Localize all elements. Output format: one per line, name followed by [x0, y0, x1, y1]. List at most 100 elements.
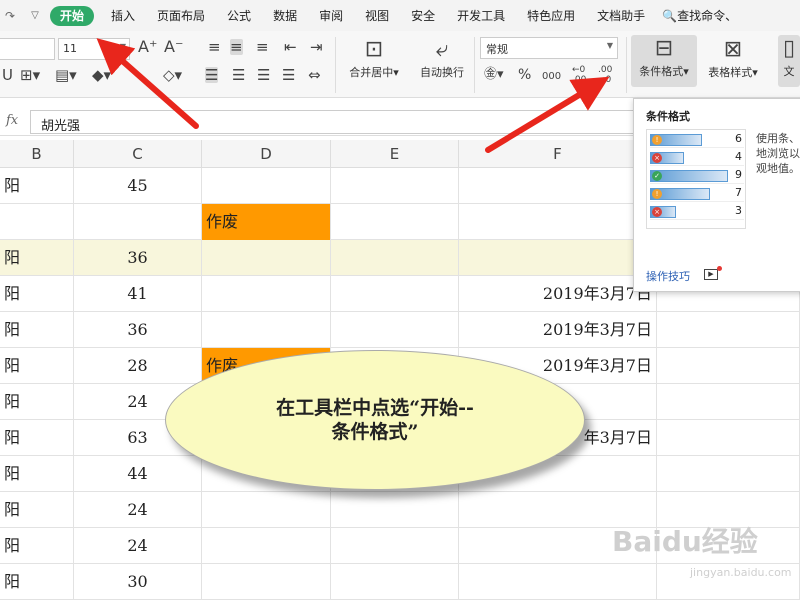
cell-b[interactable]: 阳	[0, 384, 74, 420]
search-command[interactable]: 🔍查找命令、	[662, 7, 737, 24]
table-style-button[interactable]: ⊠ 表格样式▾	[702, 36, 764, 80]
cell-b[interactable]: 阳	[0, 348, 74, 384]
formula-input[interactable]: 胡光强	[30, 110, 640, 134]
underline-icon[interactable]: U	[2, 67, 13, 83]
tab-dev-tools[interactable]: 开发工具	[446, 6, 516, 26]
cell-f[interactable]	[459, 564, 657, 600]
cell-d[interactable]	[202, 240, 331, 276]
cell-style-icon[interactable]: ▤▾	[55, 67, 77, 83]
cell-c[interactable]: 41	[74, 276, 202, 312]
cell-g[interactable]	[657, 348, 800, 384]
cell-f[interactable]	[459, 204, 657, 240]
currency-icon[interactable]: ㊎▾	[484, 67, 504, 83]
cell-b[interactable]: 阳	[0, 240, 74, 276]
indent-increase-icon[interactable]: ⇥	[310, 39, 323, 55]
decrease-decimal-icon[interactable]: .00 →0	[598, 65, 612, 85]
font-size-field[interactable]: 11 ▼	[58, 38, 130, 60]
cell-f[interactable]	[459, 240, 657, 276]
distribute-icon[interactable]: ⇔	[308, 67, 321, 83]
percent-icon[interactable]: %	[518, 67, 531, 83]
video-icon[interactable]: ▶	[704, 269, 718, 280]
cell-d[interactable]	[202, 492, 331, 528]
tab-data[interactable]: 数据	[262, 6, 308, 26]
tab-insert[interactable]: 插入	[100, 6, 146, 26]
eraser-icon[interactable]: ◇▾	[163, 67, 182, 83]
thousands-icon[interactable]: 000	[542, 69, 561, 85]
increase-font-icon[interactable]: A⁺	[138, 39, 157, 55]
cell-f[interactable]: 2019年3月7日	[459, 276, 657, 312]
cell-c[interactable]	[74, 204, 202, 240]
cell-b[interactable]: 阳	[0, 420, 74, 456]
tab-security[interactable]: 安全	[400, 6, 446, 26]
cell-g[interactable]	[657, 312, 800, 348]
tab-special-apps[interactable]: 特色应用	[516, 6, 586, 26]
cell-b[interactable]: 阳	[0, 492, 74, 528]
font-name-field[interactable]	[0, 38, 55, 60]
cell-b[interactable]: 阳	[0, 564, 74, 600]
cell-d[interactable]	[202, 276, 331, 312]
cell-e[interactable]	[331, 276, 459, 312]
cell-g[interactable]	[657, 456, 800, 492]
cell-e[interactable]	[331, 168, 459, 204]
tab-review[interactable]: 审阅	[308, 6, 354, 26]
cell-b[interactable]: 阳	[0, 456, 74, 492]
align-center-icon[interactable]: ☰	[232, 67, 245, 83]
column-header-f[interactable]: F	[459, 140, 657, 168]
cell-c[interactable]: 24	[74, 492, 202, 528]
cell-b[interactable]: 阳	[0, 168, 74, 204]
cell-e[interactable]	[331, 528, 459, 564]
cell-e[interactable]	[331, 204, 459, 240]
cell-e[interactable]	[331, 312, 459, 348]
align-left-icon[interactable]: ☰	[205, 67, 219, 83]
merge-center-button[interactable]: ⊡ 合并居中▾	[343, 36, 405, 80]
align-middle-icon[interactable]: ≡	[230, 39, 243, 55]
tab-view[interactable]: 视图	[354, 6, 400, 26]
cell-d[interactable]	[202, 312, 331, 348]
cell-c[interactable]: 36	[74, 312, 202, 348]
column-header-e[interactable]: E	[331, 140, 459, 168]
cell-b[interactable]: 阳	[0, 312, 74, 348]
cell-c[interactable]: 24	[74, 528, 202, 564]
tab-doc-assistant[interactable]: 文档助手	[586, 6, 656, 26]
tab-page-layout[interactable]: 页面布局	[146, 6, 216, 26]
tab-formula[interactable]: 公式	[216, 6, 262, 26]
cell-c[interactable]: 44	[74, 456, 202, 492]
chevron-down-icon[interactable]: ▽	[20, 10, 50, 21]
cell-d[interactable]	[202, 564, 331, 600]
cell-b[interactable]: 阳	[0, 276, 74, 312]
number-format-select[interactable]: 常规 ▼	[480, 37, 618, 59]
undo-icon[interactable]: ↷	[0, 9, 20, 23]
fill-color-icon[interactable]: ◆▾	[92, 67, 111, 83]
align-bottom-icon[interactable]: ≡	[256, 39, 269, 55]
cell-e[interactable]	[331, 240, 459, 276]
cell-e[interactable]	[331, 564, 459, 600]
cell-d[interactable]	[202, 528, 331, 564]
tips-link[interactable]: 操作技巧	[646, 268, 690, 284]
decrease-font-icon[interactable]: A⁻	[164, 39, 183, 55]
doc-button[interactable]: ▯ 文	[778, 35, 800, 87]
align-top-icon[interactable]: ≡	[208, 39, 221, 55]
cell-g[interactable]	[657, 384, 800, 420]
conditional-format-button[interactable]: ⊟ 条件格式▾	[631, 35, 697, 87]
tab-start[interactable]: 开始	[50, 5, 95, 26]
column-header-d[interactable]: D	[202, 140, 331, 168]
justify-icon[interactable]: ☰	[282, 67, 295, 83]
increase-decimal-icon[interactable]: ←0.00	[572, 65, 586, 85]
align-right-icon[interactable]: ☰	[257, 67, 270, 83]
cell-c[interactable]: 28	[74, 348, 202, 384]
cell-f[interactable]: 2019年3月7日	[459, 312, 657, 348]
cell-e[interactable]	[331, 492, 459, 528]
column-header-b[interactable]: B	[0, 140, 74, 168]
cell-c[interactable]: 36	[74, 240, 202, 276]
cell-d[interactable]	[202, 168, 331, 204]
fx-icon[interactable]: fx	[6, 113, 18, 128]
border-icon[interactable]: ⊞▾	[20, 67, 40, 83]
column-header-c[interactable]: C	[74, 140, 202, 168]
indent-decrease-icon[interactable]: ⇤	[284, 39, 297, 55]
cell-b[interactable]	[0, 204, 74, 240]
cell-g[interactable]	[657, 420, 800, 456]
cell-c[interactable]: 30	[74, 564, 202, 600]
cell-f[interactable]	[459, 168, 657, 204]
cell-d[interactable]: 作废	[202, 204, 331, 240]
cell-b[interactable]: 阳	[0, 528, 74, 564]
